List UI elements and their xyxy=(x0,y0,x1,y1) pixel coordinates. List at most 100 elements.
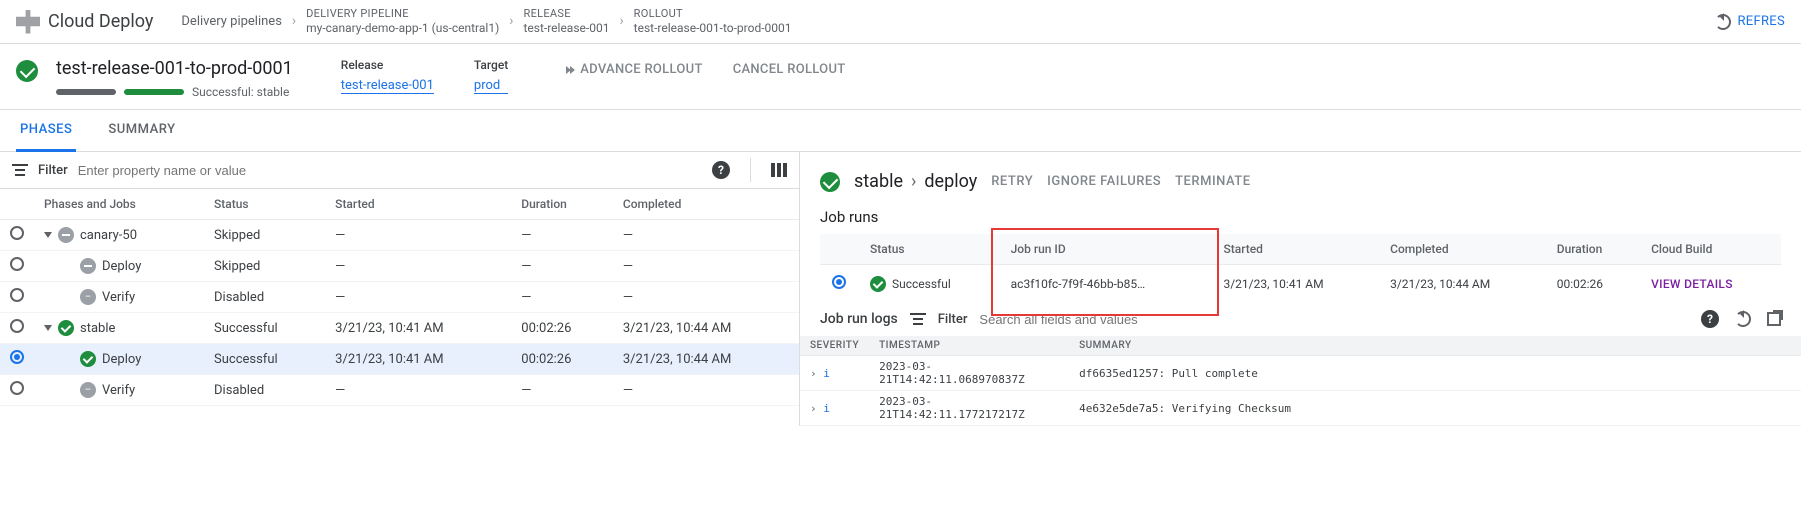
job-run-row[interactable]: Successful ac3f10fc-7f9f-46bb-b85… 3/21/… xyxy=(820,265,1781,303)
cloud-deploy-logo xyxy=(16,10,40,34)
crumb-pipeline[interactable]: DELIVERY PIPELINE my-canary-demo-app-1 (… xyxy=(306,7,499,37)
table-row[interactable]: stableSuccessful3/21/23, 10:41 AM00:02:2… xyxy=(0,313,799,344)
col-run-id: Job run ID xyxy=(999,234,1212,265)
view-details-link[interactable]: VIEW DETAILS xyxy=(1651,277,1733,291)
phase-name: Verify xyxy=(102,383,135,398)
job-runs-title: Job runs xyxy=(800,200,1801,234)
phase-name: Deploy xyxy=(102,352,141,367)
phase-name: Verify xyxy=(102,290,135,305)
row-radio[interactable] xyxy=(10,226,24,240)
caret-down-icon[interactable] xyxy=(44,232,52,238)
refresh-button[interactable]: REFRES xyxy=(1715,14,1785,30)
release-link[interactable]: test-release-001 xyxy=(341,78,434,94)
table-row[interactable]: canary-50Skipped——— xyxy=(0,220,799,251)
table-row[interactable]: DeploySkipped——— xyxy=(0,251,799,282)
row-radio[interactable] xyxy=(10,381,24,395)
caret-down-icon[interactable] xyxy=(44,325,52,331)
refresh-icon[interactable] xyxy=(1735,311,1751,327)
progress-text: Successful: stable xyxy=(192,85,289,99)
log-row[interactable]: › i2023-03-21T14:42:11.177217217Z4e632e5… xyxy=(800,391,1801,426)
info-icon: i xyxy=(823,402,830,415)
help-icon[interactable]: ? xyxy=(1701,310,1719,328)
filter-icon xyxy=(12,164,28,176)
terminate-button[interactable]: TERMINATE xyxy=(1175,174,1250,189)
page-title: test-release-001-to-prod-0001 xyxy=(56,58,293,79)
col-run-duration: Duration xyxy=(1545,234,1639,265)
row-radio[interactable] xyxy=(10,257,24,271)
chevron-right-icon: › xyxy=(292,13,296,29)
detail-panel: stable › deploy RETRY IGNORE FAILURES TE… xyxy=(800,152,1801,426)
info-icon: i xyxy=(823,367,830,380)
table-row[interactable]: –VerifyDisabled——— xyxy=(0,375,799,406)
row-radio[interactable] xyxy=(10,319,24,333)
chevron-right-icon: › xyxy=(911,171,916,192)
crumb-rollout: ROLLOUT test-release-001-to-prod-0001 xyxy=(634,7,792,37)
ignore-failures-button[interactable]: IGNORE FAILURES xyxy=(1047,174,1161,189)
refresh-icon xyxy=(1715,14,1731,30)
tabs: PHASES SUMMARY xyxy=(0,110,1801,152)
breadcrumb: Delivery pipelines › DELIVERY PIPELINE m… xyxy=(181,7,791,37)
top-bar: Cloud Deploy Delivery pipelines › DELIVE… xyxy=(0,0,1801,44)
crumb-release[interactable]: RELEASE test-release-001 xyxy=(523,7,609,37)
logs-filter-label: Filter xyxy=(938,312,968,327)
fast-forward-icon xyxy=(566,66,574,74)
phase-name: canary-50 xyxy=(80,228,137,243)
chevron-right-icon: › xyxy=(619,13,623,29)
table-row[interactable]: –VerifyDisabled——— xyxy=(0,282,799,313)
check-icon xyxy=(58,320,74,336)
filter-label: Filter xyxy=(38,163,68,178)
logs-filter-input[interactable] xyxy=(979,312,1689,327)
columns-icon[interactable] xyxy=(771,163,787,177)
cancel-rollout-button[interactable]: CANCEL ROLLOUT xyxy=(733,62,846,77)
col-summary: SUMMARY xyxy=(1069,336,1801,356)
check-icon xyxy=(80,351,96,367)
col-run-build: Cloud Build xyxy=(1639,234,1781,265)
skip-icon xyxy=(80,258,96,274)
logs-table: SEVERITY TIMESTAMP SUMMARY › i2023-03-21… xyxy=(800,336,1801,426)
divider xyxy=(750,158,751,182)
filter-input[interactable] xyxy=(78,163,702,178)
col-run-status: Status xyxy=(858,234,999,265)
skip-icon xyxy=(58,227,74,243)
col-run-completed: Completed xyxy=(1378,234,1545,265)
expand-icon[interactable]: › xyxy=(810,367,817,380)
logs-title: Job run logs xyxy=(820,311,898,327)
chevron-right-icon: › xyxy=(509,13,513,29)
log-row[interactable]: › i2023-03-21T14:42:11.068970837Zdf6635e… xyxy=(800,356,1801,391)
row-radio[interactable] xyxy=(10,350,24,364)
retry-button[interactable]: RETRY xyxy=(991,174,1033,189)
advance-rollout-button[interactable]: ADVANCE ROLLOUT xyxy=(566,62,702,77)
check-icon xyxy=(870,276,886,292)
phase-name: stable xyxy=(80,321,115,336)
col-timestamp: TIMESTAMP xyxy=(869,336,1069,356)
status-success-icon xyxy=(820,172,840,192)
radio-selected[interactable] xyxy=(832,275,846,289)
tab-summary[interactable]: SUMMARY xyxy=(104,110,179,151)
job-run-id: ac3f10fc-7f9f-46bb-b85… xyxy=(999,265,1212,303)
progress-segment-skipped xyxy=(56,89,116,95)
progress-bar: Successful: stable xyxy=(56,85,293,99)
phases-panel: Filter ? Phases and Jobs Status Started … xyxy=(0,152,800,426)
col-duration: Duration xyxy=(511,189,613,220)
rollout-header: test-release-001-to-prod-0001 Successful… xyxy=(0,44,1801,110)
release-label: Release xyxy=(341,58,434,72)
open-external-icon[interactable] xyxy=(1767,312,1781,326)
product-name: Cloud Deploy xyxy=(48,11,153,32)
tab-phases[interactable]: PHASES xyxy=(16,110,76,152)
filter-icon xyxy=(910,313,926,325)
row-radio[interactable] xyxy=(10,288,24,302)
status-success-icon xyxy=(16,60,38,82)
target-label: Target xyxy=(474,58,508,72)
target-link[interactable]: prod xyxy=(474,78,508,94)
progress-segment-success xyxy=(124,89,184,95)
col-phases: Phases and Jobs xyxy=(34,189,204,220)
disabled-icon: – xyxy=(80,382,96,398)
expand-icon[interactable]: › xyxy=(810,402,817,415)
job-runs-table: Status Job run ID Started Completed Dura… xyxy=(820,234,1781,302)
help-icon[interactable]: ? xyxy=(712,161,730,179)
table-row[interactable]: DeploySuccessful3/21/23, 10:41 AM00:02:2… xyxy=(0,344,799,375)
col-completed: Completed xyxy=(613,189,799,220)
phase-name: Deploy xyxy=(102,259,141,274)
crumb-root[interactable]: Delivery pipelines xyxy=(181,14,282,29)
filter-bar: Filter ? xyxy=(0,152,799,189)
